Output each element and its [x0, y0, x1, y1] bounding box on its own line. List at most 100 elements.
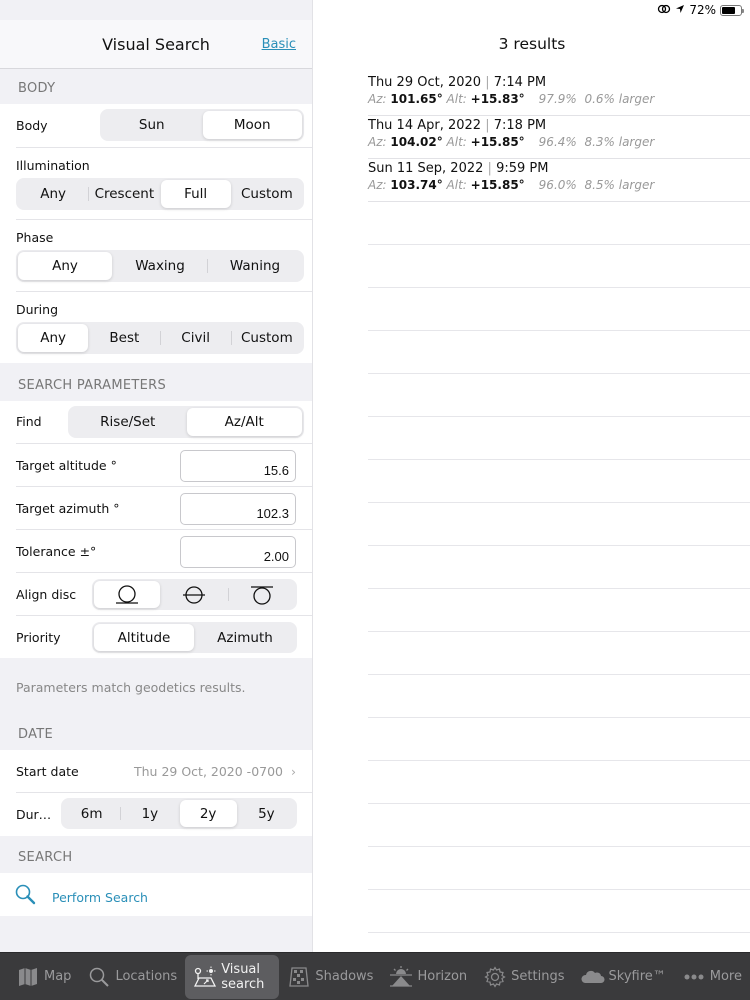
duration-option-1y[interactable]: 1y: [121, 800, 178, 827]
search-group: Perform Search: [0, 873, 312, 916]
body-label: Body: [16, 118, 48, 133]
illumination-option-full[interactable]: Full: [160, 180, 231, 208]
result-altitude: +15.85°: [470, 135, 525, 149]
align-disc-label: Align disc: [16, 587, 77, 602]
separator: |: [485, 118, 490, 133]
duration-option-5y[interactable]: 5y: [238, 800, 295, 827]
result-row[interactable]: Sun 11 Sep, 2022 | 9:59 PM Az: 103.74° Al…: [368, 159, 750, 202]
disc-top-icon: [249, 584, 275, 606]
tab-label: Locations: [115, 969, 178, 984]
empty-result-row: [368, 331, 750, 374]
phase-option-waning[interactable]: Waning: [208, 252, 302, 280]
priority-option-azimuth[interactable]: Azimuth: [195, 624, 295, 651]
tab-horizon[interactable]: Horizon: [381, 955, 475, 999]
cloud-icon: [580, 965, 605, 989]
visual-search-icon: [193, 965, 217, 989]
illumination-row: Illumination Any Crescent Full Custom: [16, 148, 312, 220]
perform-search-button[interactable]: Perform Search: [14, 883, 148, 911]
tolerance-input[interactable]: [180, 536, 296, 568]
tab-more[interactable]: More: [674, 955, 750, 999]
result-details: Az: 104.02° Alt: +15.85° 96.4% 8.3% large…: [368, 135, 654, 149]
tab-label: More: [709, 969, 742, 984]
body-option-sun[interactable]: Sun: [102, 111, 202, 139]
tab-visual-search[interactable]: Visual search: [185, 954, 280, 999]
phase-option-any[interactable]: Any: [18, 252, 112, 280]
tab-skyfire[interactable]: Skyfire™: [573, 955, 674, 999]
during-option-custom[interactable]: Custom: [232, 324, 302, 352]
tab-label: Visual search: [221, 961, 265, 992]
during-option-any[interactable]: Any: [18, 324, 89, 352]
section-header-search-parameters: SEARCH PARAMETERS: [18, 378, 166, 393]
separator: |: [485, 75, 490, 90]
search-parameters-group: Find Rise/SetAz/Alt Target altitude ° Ta…: [0, 401, 312, 658]
body-segmented-control: Sun Moon: [100, 109, 304, 141]
start-date-label: Start date: [16, 764, 79, 779]
duration-option-6m[interactable]: 6m: [63, 800, 120, 827]
align-disc-segmented-control: [92, 579, 297, 610]
alt-label: Alt:: [446, 135, 467, 149]
gear-icon: [483, 965, 507, 989]
result-size: 0.6% larger: [584, 92, 655, 106]
az-label: Az:: [368, 178, 387, 192]
tolerance-label: Tolerance ±°: [16, 544, 97, 559]
find-row: Find Rise/Set Az/Alt: [16, 401, 312, 444]
tab-settings[interactable]: Settings: [475, 955, 572, 999]
priority-option-altitude[interactable]: Altitude: [94, 624, 194, 651]
nav-bar: Visual Search Basic: [0, 20, 312, 69]
screen-lock-icon: [657, 3, 671, 17]
empty-result-row: [368, 847, 750, 890]
parameters-footnote: Parameters match geodetics results.: [16, 680, 246, 695]
during-option-best[interactable]: Best: [89, 324, 159, 352]
align-disc-option-disc-bottom[interactable]: [94, 581, 161, 608]
align-disc-option-disc-center[interactable]: [161, 581, 227, 608]
body-option-moon[interactable]: Moon: [202, 111, 302, 139]
target-azimuth-input[interactable]: [180, 493, 296, 525]
empty-result-row: [368, 245, 750, 288]
align-disc-option-disc-top[interactable]: [229, 581, 295, 608]
result-row[interactable]: Thu 14 Apr, 2022 | 7:18 PM Az: 104.02° Al…: [368, 116, 750, 159]
empty-result-row: [368, 632, 750, 675]
duration-option-2y[interactable]: 2y: [179, 800, 237, 827]
priority-segmented-control: Altitude Azimuth: [92, 622, 297, 653]
during-option-civil[interactable]: Civil: [161, 324, 231, 352]
phase-segmented-control: Any Waxing Waning: [16, 250, 304, 282]
result-row[interactable]: Thu 29 Oct, 2020 | 7:14 PM Az: 101.65° Al…: [368, 73, 750, 116]
result-date: Thu 29 Oct, 2020: [368, 75, 482, 90]
battery-percent: 72%: [689, 3, 716, 17]
illumination-option-crescent[interactable]: Crescent: [89, 180, 159, 208]
empty-result-row: [368, 718, 750, 761]
tab-label: Map: [44, 969, 72, 984]
result-time: 7:18 PM: [493, 118, 547, 133]
priority-row: Priority Altitude Azimuth: [16, 616, 312, 658]
result-size: 8.3% larger: [584, 135, 655, 149]
search-settings-panel: Visual Search Basic BODY Body Sun Moon Il…: [0, 0, 313, 952]
map-icon: [16, 965, 40, 989]
target-altitude-label: Target altitude °: [16, 458, 117, 473]
phase-label: Phase: [16, 230, 54, 245]
find-option-az-alt[interactable]: Az/Alt: [186, 408, 302, 436]
target-azimuth-row: Target azimuth °: [16, 487, 312, 530]
illumination-option-any[interactable]: Any: [18, 180, 88, 208]
start-date-value: Thu 29 Oct, 2020 -0700: [134, 764, 283, 779]
basic-mode-link[interactable]: Basic: [262, 37, 296, 52]
more-icon: [682, 965, 706, 989]
result-illumination: 96.0%: [538, 178, 577, 192]
phase-option-waxing[interactable]: Waxing: [113, 252, 207, 280]
section-header-body: BODY: [18, 81, 56, 96]
start-date-row[interactable]: Start date Thu 29 Oct, 2020 -0700 ›: [16, 750, 312, 793]
target-altitude-input[interactable]: [180, 450, 296, 482]
result-time: 9:59 PM: [496, 161, 549, 176]
separator: |: [487, 161, 492, 176]
empty-result-row: [368, 890, 750, 933]
tab-locations[interactable]: Locations: [79, 955, 185, 999]
tab-map[interactable]: Map: [8, 955, 79, 999]
result-size: 8.5% larger: [584, 178, 655, 192]
illumination-segmented-control: Any Crescent Full Custom: [16, 178, 304, 210]
find-option-rise-set[interactable]: Rise/Set: [70, 408, 186, 436]
alt-label: Alt:: [446, 92, 467, 106]
during-row: During Any Best Civil Custom: [16, 292, 312, 363]
location-arrow-icon: [675, 3, 685, 17]
illumination-option-custom[interactable]: Custom: [232, 180, 302, 208]
alt-label: Alt:: [446, 178, 467, 192]
tab-shadows[interactable]: Shadows: [279, 955, 381, 999]
